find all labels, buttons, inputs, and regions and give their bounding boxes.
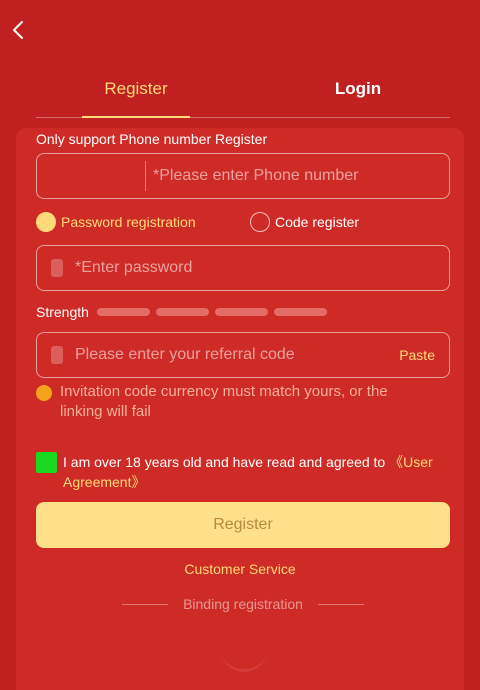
info-dot-icon [36, 385, 52, 401]
customer-service-link[interactable]: Customer Service [0, 561, 480, 577]
paste-button[interactable]: Paste [399, 333, 435, 377]
back-icon[interactable] [8, 18, 28, 42]
tab-login-label: Login [334, 79, 382, 98]
tab-login[interactable]: Login [308, 72, 408, 117]
tab-active-indicator [82, 116, 190, 118]
agreement-statement: I am over 18 years old and have read and… [63, 454, 390, 470]
strength-segment [215, 308, 268, 316]
tab-register[interactable]: Register [82, 72, 190, 118]
agreement-checkbox[interactable] [36, 452, 57, 473]
divider-line-right [318, 604, 364, 605]
referral-input[interactable]: Please enter your referral code [75, 333, 295, 377]
password-field[interactable]: *Enter password [36, 245, 450, 291]
auth-tabs: Register Login [36, 72, 450, 118]
agreement-text: I am over 18 years old and have read and… [63, 452, 453, 492]
tab-register-label: Register [104, 79, 168, 98]
phone-field[interactable]: *Please enter Phone number [36, 153, 450, 199]
code-register-radio[interactable] [250, 212, 270, 232]
country-code-divider [145, 161, 146, 191]
strength-segment [274, 308, 327, 316]
lock-icon [51, 259, 63, 277]
strength-segment [97, 308, 150, 316]
referral-icon [51, 346, 63, 364]
code-register-label[interactable]: Code register [275, 212, 359, 232]
referral-field[interactable]: Please enter your referral code Paste [36, 332, 450, 378]
phone-input[interactable]: *Please enter Phone number [153, 154, 358, 198]
strength-segment [156, 308, 209, 316]
referral-notice: Invitation code currency must match your… [60, 383, 388, 420]
binding-registration-divider: Binding registration [122, 595, 364, 613]
register-button[interactable]: Register [36, 502, 450, 548]
strength-label: Strength [36, 304, 89, 320]
password-registration-radio[interactable] [36, 212, 56, 232]
password-input[interactable]: *Enter password [75, 246, 192, 290]
password-registration-label[interactable]: Password registration [61, 212, 196, 232]
phone-section-label: Only support Phone number Register [36, 131, 268, 147]
